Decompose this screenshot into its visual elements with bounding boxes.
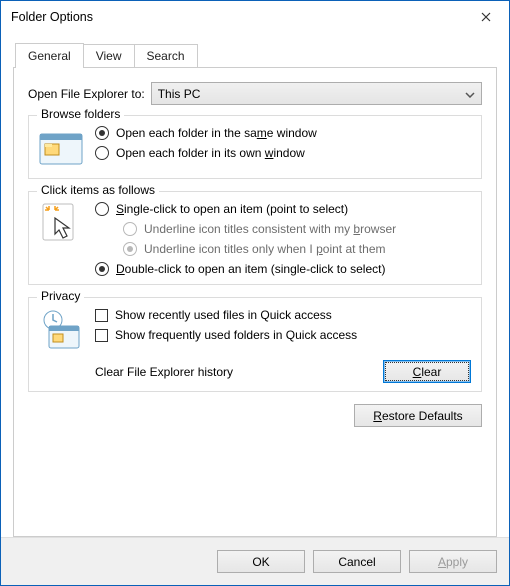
radio-underline-point: Underline icon titles only when I point …	[123, 242, 471, 256]
dialog-content: General View Search Open File Explorer t…	[1, 33, 509, 537]
group-browse-folders: Browse folders Open each folde	[28, 115, 482, 179]
radio-own-window[interactable]: Open each folder in its own window	[95, 146, 471, 160]
apply-button[interactable]: Apply	[409, 550, 497, 573]
tab-strip: General View Search	[15, 43, 497, 67]
group-click-legend: Click items as follows	[37, 183, 159, 197]
checkbox-icon	[95, 329, 108, 342]
tab-general[interactable]: General	[15, 43, 84, 68]
radio-icon	[95, 126, 109, 140]
tab-view[interactable]: View	[83, 44, 135, 67]
tab-search[interactable]: Search	[134, 44, 198, 67]
radio-icon	[123, 242, 137, 256]
open-explorer-label: Open File Explorer to:	[28, 87, 145, 101]
clear-button[interactable]: Clear	[383, 360, 471, 383]
tab-panel-general: Open File Explorer to: This PC Browse fo…	[13, 67, 497, 537]
check-frequent-folders[interactable]: Show frequently used folders in Quick ac…	[95, 328, 471, 342]
restore-row: Restore Defaults	[28, 404, 482, 427]
group-browse-legend: Browse folders	[37, 107, 124, 121]
dialog-button-row: OK Cancel Apply	[1, 537, 509, 585]
titlebar: Folder Options	[1, 1, 509, 33]
restore-defaults-button[interactable]: Restore Defaults	[354, 404, 482, 427]
open-explorer-dropdown[interactable]: This PC	[151, 82, 482, 105]
clear-history-label: Clear File Explorer history	[95, 365, 233, 379]
cancel-button[interactable]: Cancel	[313, 550, 401, 573]
radio-single-click[interactable]: Single-click to open an item (point to s…	[95, 202, 471, 216]
folder-window-icon	[39, 126, 83, 170]
open-explorer-selected: This PC	[158, 87, 201, 101]
radio-icon	[95, 262, 109, 276]
cursor-click-icon	[39, 202, 83, 246]
folder-options-window: Folder Options General View Search Open …	[0, 0, 510, 586]
radio-icon	[123, 222, 137, 236]
radio-double-click[interactable]: Double-click to open an item (single-cli…	[95, 262, 471, 276]
group-privacy: Privacy Show re	[28, 297, 482, 392]
checkbox-icon	[95, 309, 108, 322]
chevron-down-icon	[465, 87, 475, 101]
close-button[interactable]	[463, 1, 509, 33]
group-privacy-legend: Privacy	[37, 289, 84, 303]
radio-underline-browser: Underline icon titles consistent with my…	[123, 222, 471, 236]
radio-icon	[95, 146, 109, 160]
radio-same-window[interactable]: Open each folder in the same window	[95, 126, 471, 140]
check-recent-files[interactable]: Show recently used files in Quick access	[95, 308, 471, 322]
group-click-items: Click items as follows Single-	[28, 191, 482, 285]
window-title: Folder Options	[11, 10, 463, 24]
privacy-actions: Clear File Explorer history Clear	[95, 360, 471, 383]
privacy-history-icon	[39, 308, 83, 352]
close-icon	[481, 12, 491, 22]
open-explorer-row: Open File Explorer to: This PC	[28, 82, 482, 105]
ok-button[interactable]: OK	[217, 550, 305, 573]
radio-icon	[95, 202, 109, 216]
